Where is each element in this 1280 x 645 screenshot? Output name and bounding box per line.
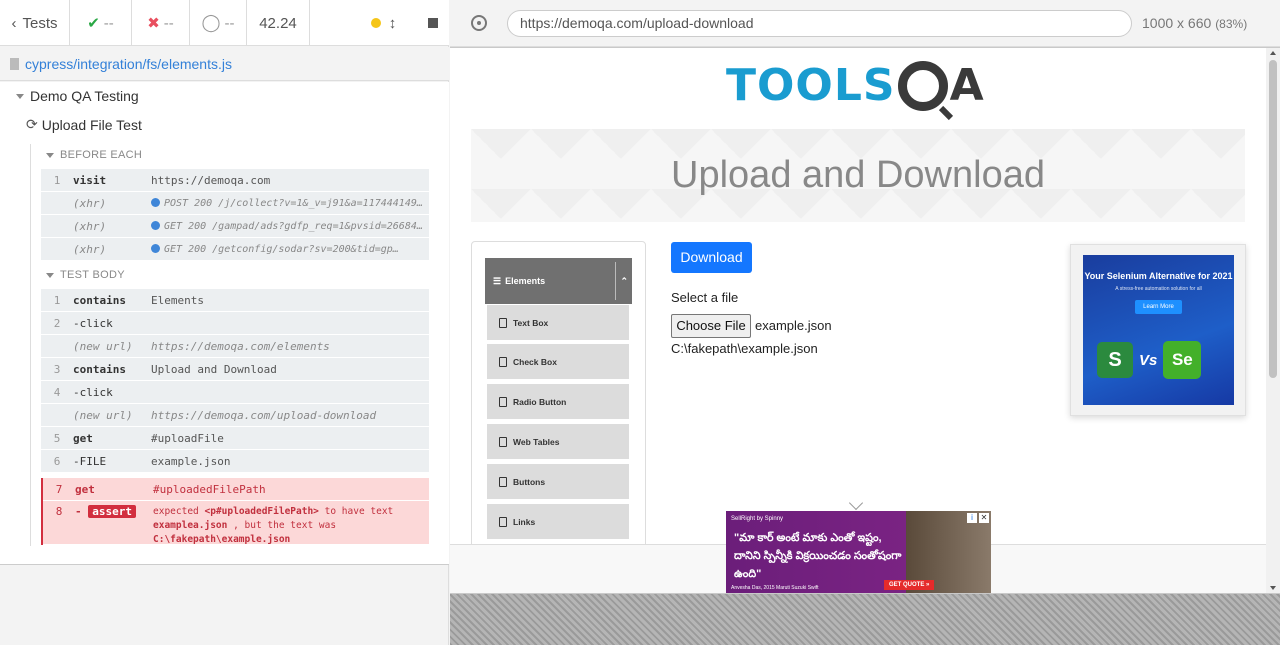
command-row[interactable]: 6 -FILE example.json [41, 450, 429, 473]
tests-label: Tests [22, 14, 58, 32]
viewport-info[interactable]: 1000 x 660 (83%) [1142, 15, 1247, 31]
xhr-status-icon [151, 243, 160, 253]
before-each-hook[interactable]: BEFORE EACH [46, 149, 142, 161]
assert-badge: assert [88, 505, 136, 518]
duration: 42.24 [247, 0, 310, 46]
page-title: Upload and Download [471, 129, 1245, 222]
command-log: Demo QA Testing ⟳ Upload File Test BEFOR… [0, 82, 449, 565]
aut-header: https://demoqa.com/upload-download 1000 … [450, 0, 1280, 47]
runner-controls: ↕ [310, 0, 449, 46]
nav-item-buttons[interactable]: Buttons [486, 463, 630, 500]
html5-icon [499, 396, 507, 407]
pending-count: ◯ -- [190, 0, 247, 46]
chevron-left-icon: ‹ [11, 14, 17, 32]
running-indicator-icon [370, 18, 381, 28]
app-iframe: TOOLS A Upload and Download ☰ Elements ⌃… [450, 48, 1266, 593]
scroll-down-icon[interactable] [1270, 586, 1276, 590]
command-row[interactable]: (new url) https://demoqa.com/upload-down… [41, 404, 429, 427]
file-icon [10, 57, 19, 70]
refresh-icon: ⟳ [26, 116, 38, 132]
nav-item-links[interactable]: Links [486, 503, 630, 540]
auto-scroll-toggle[interactable]: ↕ [389, 15, 397, 32]
caret-down-icon [46, 272, 54, 278]
get-quote-button[interactable]: GET QUOTE » [884, 580, 935, 590]
failed-commands: 7 get #uploadedFilePath 8 - assert expec… [41, 478, 429, 545]
failed-count: ✖ -- [132, 0, 190, 46]
before-each-commands: 1 visit https://demoqa.com (xhr) POST 20… [41, 169, 429, 261]
spec-file-header: cypress/integration/fs/elements.js [0, 47, 449, 81]
spec-file-link[interactable]: cypress/integration/fs/elements.js [25, 56, 232, 72]
html5-icon [499, 356, 507, 367]
assert-message: expected <p#uploadedFilePath> to have te… [153, 506, 394, 545]
test-body-commands: 1 contains Elements 2 -click (new url) h… [41, 289, 429, 473]
menu-icon: ☰ [493, 275, 502, 286]
uploaded-file-path: C:\fakepath\example.json [671, 341, 818, 356]
check-icon: ✔ [87, 15, 100, 32]
select-file-label: Select a file [671, 290, 739, 305]
ad-logo-s: S [1097, 342, 1133, 378]
chosen-file-name: example.json [755, 318, 832, 333]
nav-item-text-box[interactable]: Text Box [486, 304, 630, 341]
command-row[interactable]: (new url) https://demoqa.com/elements [41, 335, 429, 358]
command-row-failed[interactable]: 7 get #uploadedFilePath [43, 478, 429, 501]
command-row[interactable]: 1 visit https://demoqa.com [41, 169, 429, 192]
suite-title[interactable]: Demo QA Testing [16, 88, 139, 104]
stop-button[interactable] [428, 18, 439, 28]
caret-down-icon [46, 152, 54, 158]
test-title[interactable]: ⟳ Upload File Test [26, 116, 142, 133]
nav-group-elements[interactable]: ☰ Elements ⌃ [485, 258, 632, 304]
html5-icon [499, 317, 507, 328]
command-row[interactable]: (xhr) POST 200 /j/collect?v=1&_v=j91&a=1… [41, 192, 429, 215]
command-row[interactable]: 1 contains Elements [41, 289, 429, 312]
aut-scrollbar[interactable] [1266, 48, 1280, 593]
html5-icon [499, 436, 507, 447]
ad-banner-bottom[interactable]: SellRight by Spinny "మా కార్ అంటే మాకు ఎ… [726, 511, 991, 593]
test-body-hook[interactable]: TEST BODY [46, 269, 125, 281]
left-nav: ☰ Elements ⌃ Text Box Check Box Radio Bu… [471, 241, 646, 593]
xhr-status-icon [151, 197, 160, 207]
scroll-thumb[interactable] [1269, 60, 1277, 378]
command-row[interactable]: (xhr) GET 200 /getconfig/sodar?sv=200&ti… [41, 238, 429, 261]
selector-playground-icon[interactable] [471, 15, 487, 31]
assert-row-failed[interactable]: 8 - assert expected <p#uploadedFilePath>… [43, 501, 429, 545]
command-row[interactable]: 5 get #uploadFile [41, 427, 429, 450]
back-to-tests-button[interactable]: ‹ Tests [0, 0, 70, 46]
nav-item-check-box[interactable]: Check Box [486, 343, 630, 380]
html5-icon [499, 476, 507, 487]
choose-file-button[interactable]: Choose File [671, 314, 751, 338]
url-field[interactable]: https://demoqa.com/upload-download [507, 10, 1132, 37]
runner-panel: ‹ Tests ✔ -- ✖ -- ◯ -- 42.24 ↕ cypress/i… [0, 0, 449, 645]
chevron-down-icon [848, 495, 864, 511]
collapse-icon: ⌃ [620, 276, 628, 286]
learn-more-button[interactable]: Learn More [1135, 300, 1182, 314]
aut-panel: https://demoqa.com/upload-download 1000 … [450, 0, 1280, 645]
x-icon: ✖ [147, 15, 160, 32]
gear-icon [897, 60, 948, 111]
selenium-logo: Se [1163, 341, 1202, 379]
scroll-up-icon[interactable] [1270, 51, 1276, 55]
nav-item-web-tables[interactable]: Web Tables [486, 423, 630, 460]
command-row[interactable]: 3 contains Upload and Download [41, 358, 429, 381]
command-row[interactable]: 4 -click [41, 381, 429, 404]
xhr-status-icon [151, 220, 160, 230]
toolsqa-logo[interactable]: TOOLS A [726, 60, 985, 111]
passed-count: ✔ -- [70, 0, 132, 46]
ad-close-icon[interactable]: ✕ [979, 513, 989, 523]
command-row[interactable]: 2 -click [41, 312, 429, 335]
html5-icon [499, 516, 507, 527]
ad-banner-right[interactable]: Your Selenium Alternative for 2021 A str… [1070, 244, 1246, 416]
aut-background [450, 594, 1280, 645]
ad-info-icon[interactable]: i [967, 513, 977, 523]
download-button[interactable]: Download [671, 242, 752, 273]
circle-notch-icon: ◯ [201, 13, 221, 32]
runner-stats-bar: ‹ Tests ✔ -- ✖ -- ◯ -- 42.24 ↕ [0, 0, 449, 46]
test-guide-line [30, 144, 31, 546]
command-row[interactable]: (xhr) GET 200 /gampad/ads?gdfp_req=1&pvs… [41, 215, 429, 238]
caret-down-icon [16, 93, 24, 99]
nav-item-radio-button[interactable]: Radio Button [486, 383, 630, 420]
